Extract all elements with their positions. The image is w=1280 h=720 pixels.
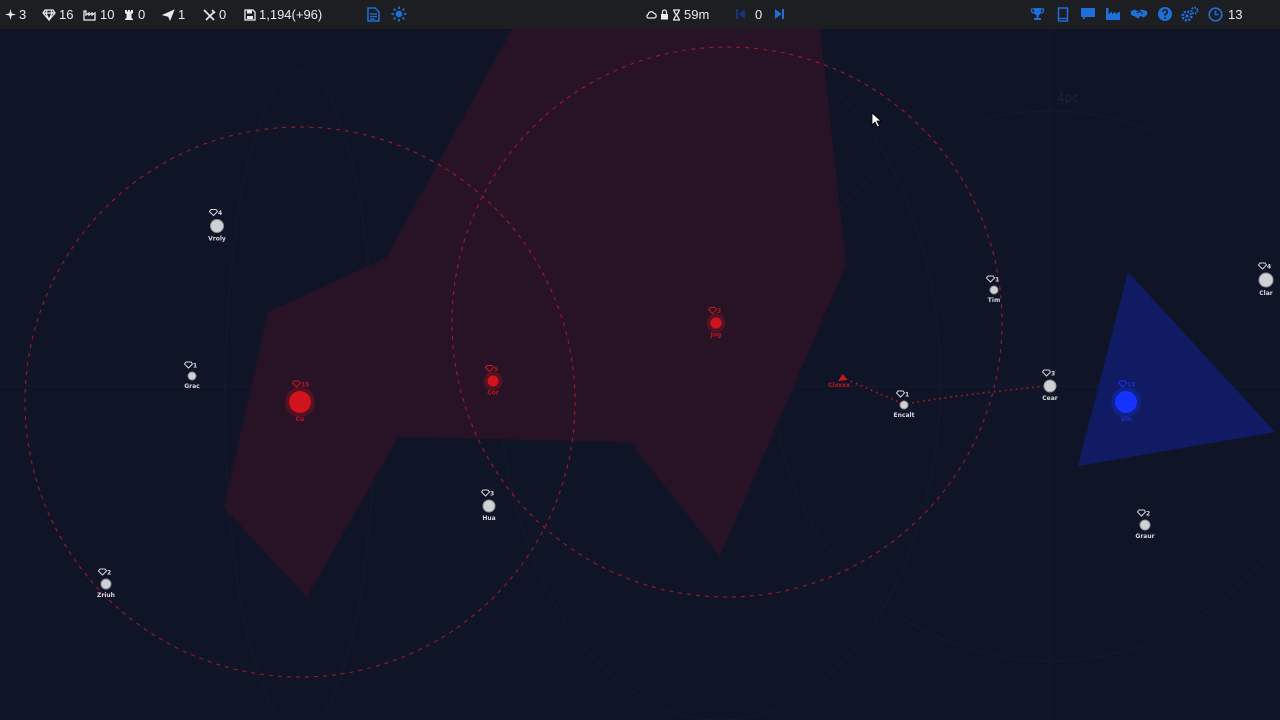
ships-sent-stat[interactable]: 1 xyxy=(162,0,185,29)
planet-body[interactable] xyxy=(289,391,311,413)
settings-burst-button[interactable] xyxy=(390,5,408,23)
lock-icon xyxy=(661,9,668,20)
clock-stat[interactable]: 13 xyxy=(1208,0,1242,29)
send-icon xyxy=(162,8,175,21)
galaxy-map[interactable]: 4pc Clxxxx 4 Vroly 1 Grac 15 Cu 5 Cor 3 Jog 3 Hua 2 Z… xyxy=(0,29,1280,720)
planet-body[interactable] xyxy=(487,375,499,387)
trophy-icon xyxy=(1030,8,1044,20)
planet-value: 1 xyxy=(995,277,999,284)
planet-body[interactable] xyxy=(1258,272,1274,288)
planet-value: 4 xyxy=(1267,264,1271,271)
ships-sent-value: 1 xyxy=(178,7,186,22)
gems-stat[interactable]: 16 xyxy=(42,0,73,29)
planet-value: 3 xyxy=(490,491,494,498)
skip-forward-icon xyxy=(775,9,784,19)
planet-body[interactable] xyxy=(482,499,496,513)
rules-book-button[interactable] xyxy=(1054,5,1072,23)
planet-name: Hua xyxy=(482,515,495,522)
star-icon xyxy=(5,9,16,20)
planet-body[interactable] xyxy=(899,400,909,410)
skip-back-icon xyxy=(736,9,745,19)
game-status: 59m xyxy=(645,0,709,29)
document-button[interactable] xyxy=(364,5,382,23)
turn-value: 0 xyxy=(755,7,763,22)
planet-name: Jog xyxy=(710,332,722,339)
planet-body[interactable] xyxy=(1043,379,1057,393)
towers-value: 0 xyxy=(138,7,146,22)
planet-body[interactable] xyxy=(1139,519,1151,531)
hourglass-icon xyxy=(673,8,680,21)
sun-icon xyxy=(391,6,407,22)
factory-icon xyxy=(83,9,96,21)
planet-value: 15 xyxy=(301,382,309,389)
handshake-icon xyxy=(1130,9,1148,19)
planet-value: 5 xyxy=(494,366,498,373)
planet-name: Grac xyxy=(184,383,200,390)
planet-body[interactable] xyxy=(989,285,999,295)
resources-stat[interactable]: 1,194(+96) xyxy=(244,0,322,29)
planet-body[interactable] xyxy=(187,371,197,381)
next-turn-button[interactable] xyxy=(770,5,788,23)
clock-value: 13 xyxy=(1228,7,1243,22)
gems-value: 16 xyxy=(59,7,74,22)
top-bar: 3 16 10 0 1 0 1,194(+96) 59m 0 13 xyxy=(0,0,1280,29)
leaderboard-button[interactable] xyxy=(1028,5,1046,23)
chat-button[interactable] xyxy=(1079,5,1097,23)
ships-lost-stat[interactable]: 0 xyxy=(203,0,226,29)
factories-value: 10 xyxy=(100,7,115,22)
ships-lost-value: 0 xyxy=(219,7,227,22)
planet-name: Graur xyxy=(1135,533,1154,540)
planet-value: 2 xyxy=(107,570,111,577)
help-button[interactable] xyxy=(1156,5,1174,23)
planet-value: 3 xyxy=(1051,371,1055,378)
towers-stat[interactable]: 0 xyxy=(123,0,145,29)
factory-icon xyxy=(1106,8,1120,20)
cloud-icon xyxy=(646,10,657,19)
planet-name: Cor xyxy=(487,390,499,397)
planet-name: Vin xyxy=(1121,416,1132,423)
planet-name: Zriuh xyxy=(97,592,115,599)
gears-icon xyxy=(1181,6,1199,22)
planet-value: 13 xyxy=(1127,382,1135,389)
diplomacy-button[interactable] xyxy=(1130,5,1148,23)
question-circle-icon xyxy=(1158,7,1172,21)
planet-value: 2 xyxy=(1146,511,1150,518)
document-icon xyxy=(366,6,380,22)
stars-value: 3 xyxy=(19,7,27,22)
planet-name: Encalt xyxy=(894,412,915,419)
crossed-swords-icon xyxy=(203,8,216,21)
industry-button[interactable] xyxy=(1104,5,1122,23)
chat-bubble-icon xyxy=(1081,8,1095,20)
clock-icon xyxy=(1208,7,1223,22)
stars-stat[interactable]: 3 xyxy=(5,0,26,29)
planet-body[interactable] xyxy=(1115,391,1137,413)
timer-value: 59m xyxy=(684,7,710,22)
planet-name: Cear xyxy=(1042,395,1058,402)
planet-name: Tim xyxy=(988,297,1000,304)
planet-body[interactable] xyxy=(710,317,722,329)
turn-counter: 0 xyxy=(755,0,762,29)
scale-label: 4pc xyxy=(1057,91,1079,105)
tower-icon xyxy=(125,9,133,20)
planet-body[interactable] xyxy=(210,219,224,233)
planet-body[interactable] xyxy=(100,578,112,590)
planet-name: Vroly xyxy=(208,236,226,243)
gem-icon xyxy=(42,8,56,21)
previous-turn-button[interactable] xyxy=(732,5,750,23)
resources-value: 1,194(+96) xyxy=(259,7,323,22)
planet-value: 1 xyxy=(193,363,197,370)
save-icon xyxy=(244,8,256,21)
fleet-label: Clxxxx xyxy=(828,382,850,389)
planet-value: 4 xyxy=(218,210,222,217)
planet-value: 3 xyxy=(717,308,721,315)
book-icon xyxy=(1057,6,1069,22)
planet-value: 1 xyxy=(905,392,909,399)
planet-name: Cu xyxy=(296,416,305,423)
factories-stat[interactable]: 10 xyxy=(83,0,114,29)
planet-name: Clar xyxy=(1259,290,1273,297)
settings-button[interactable] xyxy=(1181,5,1199,23)
